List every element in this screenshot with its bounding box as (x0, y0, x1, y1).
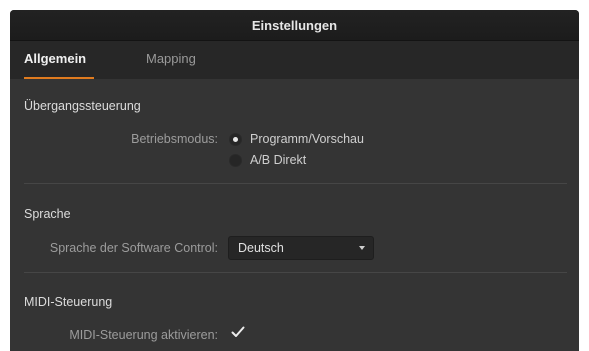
tab-bar: Allgemein Mapping (10, 41, 579, 79)
radio-program-preview[interactable] (229, 133, 242, 146)
radio-ab-direct[interactable] (229, 154, 242, 167)
radio-label-ab-direct[interactable]: A/B Direkt (250, 153, 306, 167)
section-title-midi: MIDI-Steuerung (24, 295, 113, 309)
language-label: Sprache der Software Control: (49, 241, 218, 255)
divider (24, 183, 567, 184)
checkmark-icon (231, 326, 245, 337)
tab-mapping[interactable]: Mapping (146, 41, 196, 79)
midi-enable-checkbox[interactable] (230, 324, 246, 340)
tab-allgemein[interactable]: Allgemein (24, 41, 94, 79)
divider (24, 272, 567, 273)
midi-enable-label: MIDI-Steuerung aktivieren: (69, 328, 218, 342)
radio-label-program-preview[interactable]: Programm/Vorschau (250, 132, 364, 146)
mode-label: Betriebsmodus: (131, 132, 218, 146)
language-select-value: Deutsch (238, 241, 284, 255)
chevron-down-icon (359, 246, 365, 250)
window-title: Einstellungen (10, 10, 579, 41)
settings-window: Einstellungen Allgemein Mapping Übergang… (10, 10, 579, 351)
language-select[interactable]: Deutsch (228, 236, 374, 260)
section-title-transition: Übergangssteuerung (24, 99, 141, 113)
section-title-language: Sprache (24, 207, 71, 221)
